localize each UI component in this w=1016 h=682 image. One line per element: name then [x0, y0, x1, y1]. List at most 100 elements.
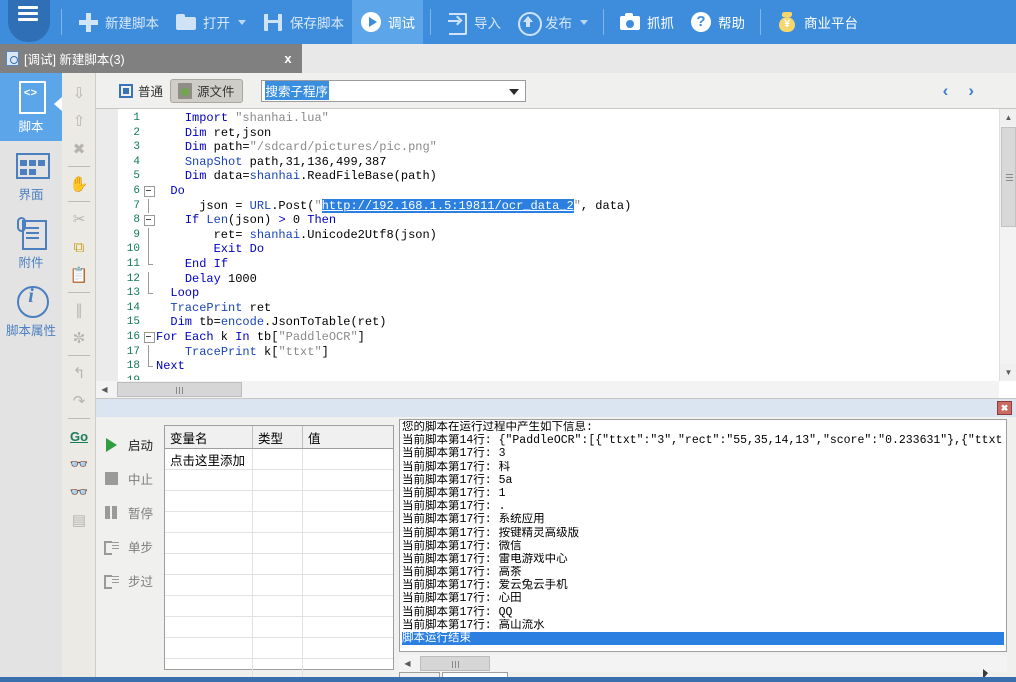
table-column-header[interactable]: 变量名 [165, 426, 253, 448]
chevron-down-icon[interactable] [509, 89, 519, 95]
table-cell[interactable] [253, 617, 303, 637]
close-panel-icon[interactable]: ✖ [997, 401, 1012, 415]
table-cell[interactable] [253, 449, 303, 469]
document-tab[interactable]: [调试] 新建脚本(3) x [0, 44, 302, 73]
debug-play-green-button[interactable]: 启动 [96, 427, 166, 461]
table-row[interactable] [165, 554, 393, 575]
table-row[interactable] [165, 512, 393, 533]
table-cell[interactable] [253, 638, 303, 658]
debug-step-into-button[interactable]: 单步 [96, 529, 166, 563]
toolbar-business-platform[interactable]: 商业平台 [768, 0, 866, 44]
table-cell[interactable]: 点击这里添加 [165, 449, 253, 469]
table-cell[interactable] [253, 554, 303, 574]
nav-next-button[interactable]: › [968, 81, 974, 101]
toolbar-capture[interactable]: 抓抓 [611, 0, 682, 44]
table-row[interactable] [165, 617, 393, 638]
code-fold-toggle-icon[interactable] [142, 213, 156, 228]
table-cell[interactable] [303, 596, 393, 616]
scroll-left-icon[interactable]: ◀ [399, 655, 416, 672]
table-column-header[interactable]: 值 [303, 426, 393, 448]
table-cell[interactable] [165, 617, 253, 637]
table-cell[interactable] [165, 470, 253, 490]
sidebar-item-ui[interactable]: 界面 [0, 141, 62, 209]
output-horizontal-scrollbar[interactable]: ◀ [399, 655, 1007, 672]
debug-stop-square-button[interactable]: 中止 [96, 461, 166, 495]
table-cell[interactable] [303, 617, 393, 637]
table-cell[interactable] [165, 554, 253, 574]
table-cell[interactable] [165, 491, 253, 511]
toolbar-open[interactable]: 打开 [167, 0, 254, 44]
table-row[interactable]: 点击这里添加 [165, 449, 393, 470]
table-column-header[interactable]: 类型 [253, 426, 303, 448]
table-cell[interactable] [253, 491, 303, 511]
toolrail-find-replace-icon[interactable]: 👓 [62, 478, 96, 506]
vertical-scroll-thumb[interactable] [1001, 127, 1016, 227]
table-cell[interactable] [253, 470, 303, 490]
toolrail-comment-lines-icon[interactable]: ∥ [62, 296, 96, 324]
toolbar-debug[interactable]: 调试 [352, 0, 423, 44]
toolbar-publish[interactable]: 发布 [509, 0, 596, 44]
sidebar-item-attachment[interactable]: 附件 [0, 209, 62, 277]
chevron-down-icon[interactable] [580, 20, 588, 25]
table-cell[interactable] [303, 554, 393, 574]
table-cell[interactable] [253, 575, 303, 595]
horizontal-scroll-thumb[interactable] [117, 382, 242, 397]
table-cell[interactable] [165, 596, 253, 616]
toolrail-delete-cross-icon[interactable]: ✖ [62, 135, 96, 163]
chevron-down-icon[interactable] [238, 20, 246, 25]
table-row[interactable] [165, 575, 393, 596]
table-cell[interactable] [303, 533, 393, 553]
toolbar-new-script[interactable]: 新建脚本 [69, 0, 167, 44]
scroll-left-icon[interactable]: ◀ [96, 381, 113, 398]
sidebar-item-script-properties[interactable]: 脚本属性 [0, 277, 62, 345]
table-cell[interactable] [303, 638, 393, 658]
toolbar-save-script[interactable]: 保存脚本 [254, 0, 352, 44]
toolrail-find-icon[interactable]: 👓 [62, 450, 96, 478]
table-row[interactable] [165, 491, 393, 512]
code-fold-toggle-icon[interactable] [142, 184, 156, 199]
toolrail-redo-icon[interactable]: ↷ [62, 387, 96, 415]
table-cell[interactable] [165, 533, 253, 553]
table-row[interactable] [165, 470, 393, 491]
table-cell[interactable] [253, 512, 303, 532]
output-log-panel[interactable]: 您的脚本在运行过程中产生如下信息:当前脚本第14行: {"PaddleOCR":… [399, 419, 1007, 652]
table-cell[interactable] [253, 659, 303, 679]
debug-step-over-button[interactable]: 步过 [96, 563, 166, 597]
variables-table[interactable]: 变量名类型值 点击这里添加 [164, 425, 394, 670]
table-cell[interactable] [165, 512, 253, 532]
toolrail-undo-icon[interactable]: ↰ [62, 359, 96, 387]
scroll-down-icon[interactable]: ▼ [1000, 364, 1016, 381]
panel-splitter[interactable]: ✖ [96, 399, 1016, 417]
code-text-area[interactable]: 1 Import "shanhai.lua"2 Dim ret,json3 Di… [118, 111, 998, 380]
scroll-up-icon[interactable]: ▲ [1000, 109, 1016, 126]
table-cell[interactable] [303, 575, 393, 595]
table-row[interactable] [165, 533, 393, 554]
toolrail-copy-icon[interactable]: ⧉ [62, 233, 96, 261]
nav-prev-button[interactable]: ‹ [943, 81, 949, 101]
table-cell[interactable] [165, 638, 253, 658]
toolrail-goto-line-icon[interactable]: Go [62, 422, 96, 450]
table-row[interactable] [165, 596, 393, 617]
code-editor[interactable]: 1 Import "shanhai.lua"2 Dim ret,json3 Di… [96, 109, 1016, 399]
toolrail-hand-grab-icon[interactable]: ✋ [62, 170, 96, 198]
toolbar-import[interactable]: 导入 [438, 0, 509, 44]
toolrail-cut-scissors-icon[interactable]: ✂ [62, 205, 96, 233]
editor-vertical-scrollbar[interactable]: ▲ ▼ [999, 109, 1016, 381]
debug-pause-bars-button[interactable]: 暂停 [96, 495, 166, 529]
table-cell[interactable] [303, 512, 393, 532]
toolrail-properties-list-icon[interactable]: ▤ [62, 506, 96, 534]
editor-horizontal-scrollbar[interactable]: ◀ [96, 381, 999, 398]
table-cell[interactable] [165, 659, 253, 679]
toolbar-help[interactable]: 帮助 [682, 0, 753, 44]
table-cell[interactable] [165, 575, 253, 595]
search-subroutine-combobox[interactable]: 搜索子程序 [261, 80, 526, 102]
mode-normal-button[interactable]: 普通 [112, 79, 170, 103]
table-cell[interactable] [253, 596, 303, 616]
mode-source-button[interactable]: 源文件 [170, 79, 243, 103]
table-cell[interactable] [303, 491, 393, 511]
code-fold-toggle-icon[interactable] [142, 330, 156, 345]
toolrail-arrow-up-icon[interactable]: ⇧ [62, 107, 96, 135]
toolrail-uncomment-icon[interactable]: ✼ [62, 324, 96, 352]
toolrail-paste-icon[interactable]: 📋 [62, 261, 96, 289]
toolrail-arrow-down-icon[interactable]: ⇩ [62, 79, 96, 107]
